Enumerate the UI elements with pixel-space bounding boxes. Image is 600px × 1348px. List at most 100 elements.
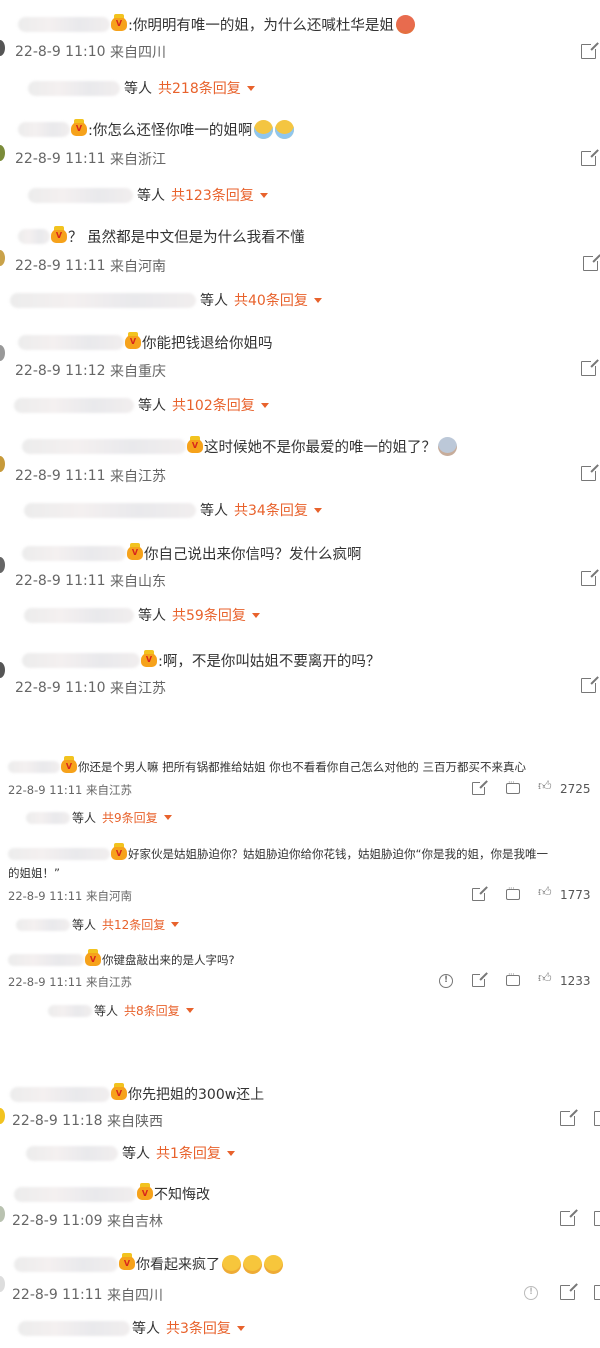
avatar[interactable] [0, 456, 5, 472]
comment-time: 22-8-9 11:11 [15, 258, 106, 274]
vip-badge-icon: V [111, 13, 127, 31]
reply-count: 共3条回复 [166, 1321, 231, 1337]
comment-location: 来自江苏 [86, 783, 133, 797]
comment-time: 22-8-9 11:18 [12, 1113, 103, 1129]
share-icon[interactable] [594, 1211, 600, 1226]
username[interactable] [14, 1256, 118, 1272]
reply-summary[interactable]: 等人 共123条回复 [28, 185, 268, 205]
reply-summary[interactable]: 等人 共102条回复 [14, 395, 269, 415]
dizzy-emoji-icon [264, 1254, 283, 1274]
reply-suffix: 等人 [138, 608, 166, 624]
share-icon[interactable] [594, 1111, 600, 1126]
share-icon[interactable] [583, 253, 600, 271]
share-icon[interactable] [560, 1282, 578, 1300]
vip-badge-icon: V [125, 331, 141, 349]
chevron-down-icon [226, 1150, 235, 1156]
chevron-down-icon [246, 85, 255, 91]
comment-location: 来自江苏 [109, 681, 166, 697]
share-icon[interactable] [581, 568, 599, 586]
share-icon[interactable] [472, 779, 488, 795]
comment-location: 来自四川 [109, 45, 166, 61]
reply-summary[interactable]: 等人 共218条回复 [28, 78, 255, 98]
username[interactable] [8, 954, 84, 966]
comment-icon[interactable] [506, 970, 520, 986]
reply-users [18, 1320, 130, 1336]
username[interactable] [22, 546, 126, 561]
reply-summary[interactable]: 等人 共8条回复 [48, 1002, 194, 1019]
comment-icon[interactable] [506, 884, 520, 900]
vip-badge-icon: V [187, 435, 203, 453]
username[interactable] [22, 439, 186, 454]
share-icon[interactable] [472, 885, 488, 901]
share-icon[interactable] [581, 675, 599, 693]
reply-suffix: 等人 [200, 503, 228, 519]
comment-item: V :你明明有唯一的姐，为什么还喊杜华是姐 22-8-9 11:10 来自四川 … [0, 0, 600, 105]
avatar[interactable] [0, 1206, 5, 1222]
avatar[interactable] [0, 40, 5, 56]
vip-badge-icon: V [137, 1183, 153, 1200]
reply-users [14, 397, 134, 413]
share-icon[interactable] [581, 41, 599, 59]
avatar[interactable] [0, 145, 5, 161]
username[interactable] [8, 848, 110, 860]
share-icon[interactable] [560, 1108, 578, 1126]
comment-text-continued: 的姐姐！” [8, 866, 60, 880]
reply-summary[interactable]: 等人 共1条回复 [26, 1143, 235, 1163]
chevron-down-icon [259, 192, 268, 198]
like-count: 1773 [560, 888, 591, 902]
vip-badge-icon: V [51, 225, 67, 243]
username[interactable] [10, 1086, 110, 1102]
comment-icon[interactable] [506, 778, 520, 794]
comment-time: 22-8-9 11:10 [15, 680, 106, 696]
reply-summary[interactable]: 等人 共12条回复 [16, 916, 180, 933]
username[interactable] [18, 17, 110, 32]
reply-users [28, 80, 120, 96]
avatar[interactable] [0, 345, 5, 361]
avatar[interactable] [0, 1276, 5, 1292]
chevron-down-icon [251, 612, 260, 618]
username[interactable] [18, 229, 50, 244]
reply-summary[interactable]: 等人 共59条回复 [24, 605, 260, 625]
comment-item: V 好家伙是姑姐胁迫你？姑姐胁迫你给你花钱，姑姐胁迫你“你是我的姐，你是我唯一 … [0, 842, 600, 938]
dizzy-emoji-icon [243, 1254, 262, 1274]
share-icon[interactable] [594, 1285, 600, 1300]
comment-item: V 你还是个男人嘛 把所有锅都推给姑姐 你也不看看你自己怎么对他的 三百万都买不… [0, 755, 600, 830]
reply-users [16, 918, 70, 931]
username[interactable] [8, 761, 60, 773]
comment-time: 22-8-9 11:11 [15, 573, 106, 589]
share-icon[interactable] [581, 463, 599, 481]
avatar[interactable] [0, 250, 5, 266]
like-icon[interactable]: 👍︎ [538, 971, 552, 986]
avatar[interactable] [0, 557, 5, 573]
comment-time: 22-8-9 11:11 [15, 468, 106, 484]
reply-summary[interactable]: 等人 共40条回复 [10, 290, 322, 310]
comment-item: V :你怎么还怪你唯一的姐啊 22-8-9 11:11 来自浙江 等人 共123… [0, 105, 600, 210]
reply-users [28, 187, 133, 203]
reply-summary[interactable]: 等人 共3条回复 [18, 1318, 245, 1338]
avatar[interactable] [0, 662, 5, 678]
username[interactable] [18, 335, 124, 350]
share-icon[interactable] [581, 358, 599, 376]
reply-users [10, 292, 196, 308]
username[interactable] [22, 653, 140, 668]
report-icon[interactable]: ! [439, 974, 453, 988]
reply-summary[interactable]: 等人 共9条回复 [26, 809, 172, 826]
vip-badge-icon: V [127, 542, 143, 560]
username[interactable] [18, 122, 70, 137]
username[interactable] [14, 1186, 136, 1202]
share-icon[interactable] [560, 1208, 578, 1226]
share-icon[interactable] [472, 971, 488, 987]
like-icon[interactable]: 👍︎ [538, 885, 552, 900]
share-icon[interactable] [581, 148, 599, 166]
reply-suffix: 等人 [137, 188, 165, 204]
comment-location: 来自河南 [86, 889, 133, 903]
like-icon[interactable]: 👍︎ [538, 779, 552, 794]
comment-location: 来自浙江 [109, 152, 166, 168]
reply-summary[interactable]: 等人 共34条回复 [24, 500, 322, 520]
reply-count: 共59条回复 [172, 608, 246, 624]
comment-item: V 你先把姐的300w还上 22-8-9 11:18 来自陕西 等人 共1条回复 [0, 1078, 600, 1168]
avatar[interactable] [0, 1108, 5, 1124]
reply-count: 共34条回复 [234, 503, 308, 519]
report-icon[interactable]: ! [524, 1286, 538, 1300]
reply-count: 共123条回复 [171, 188, 254, 204]
